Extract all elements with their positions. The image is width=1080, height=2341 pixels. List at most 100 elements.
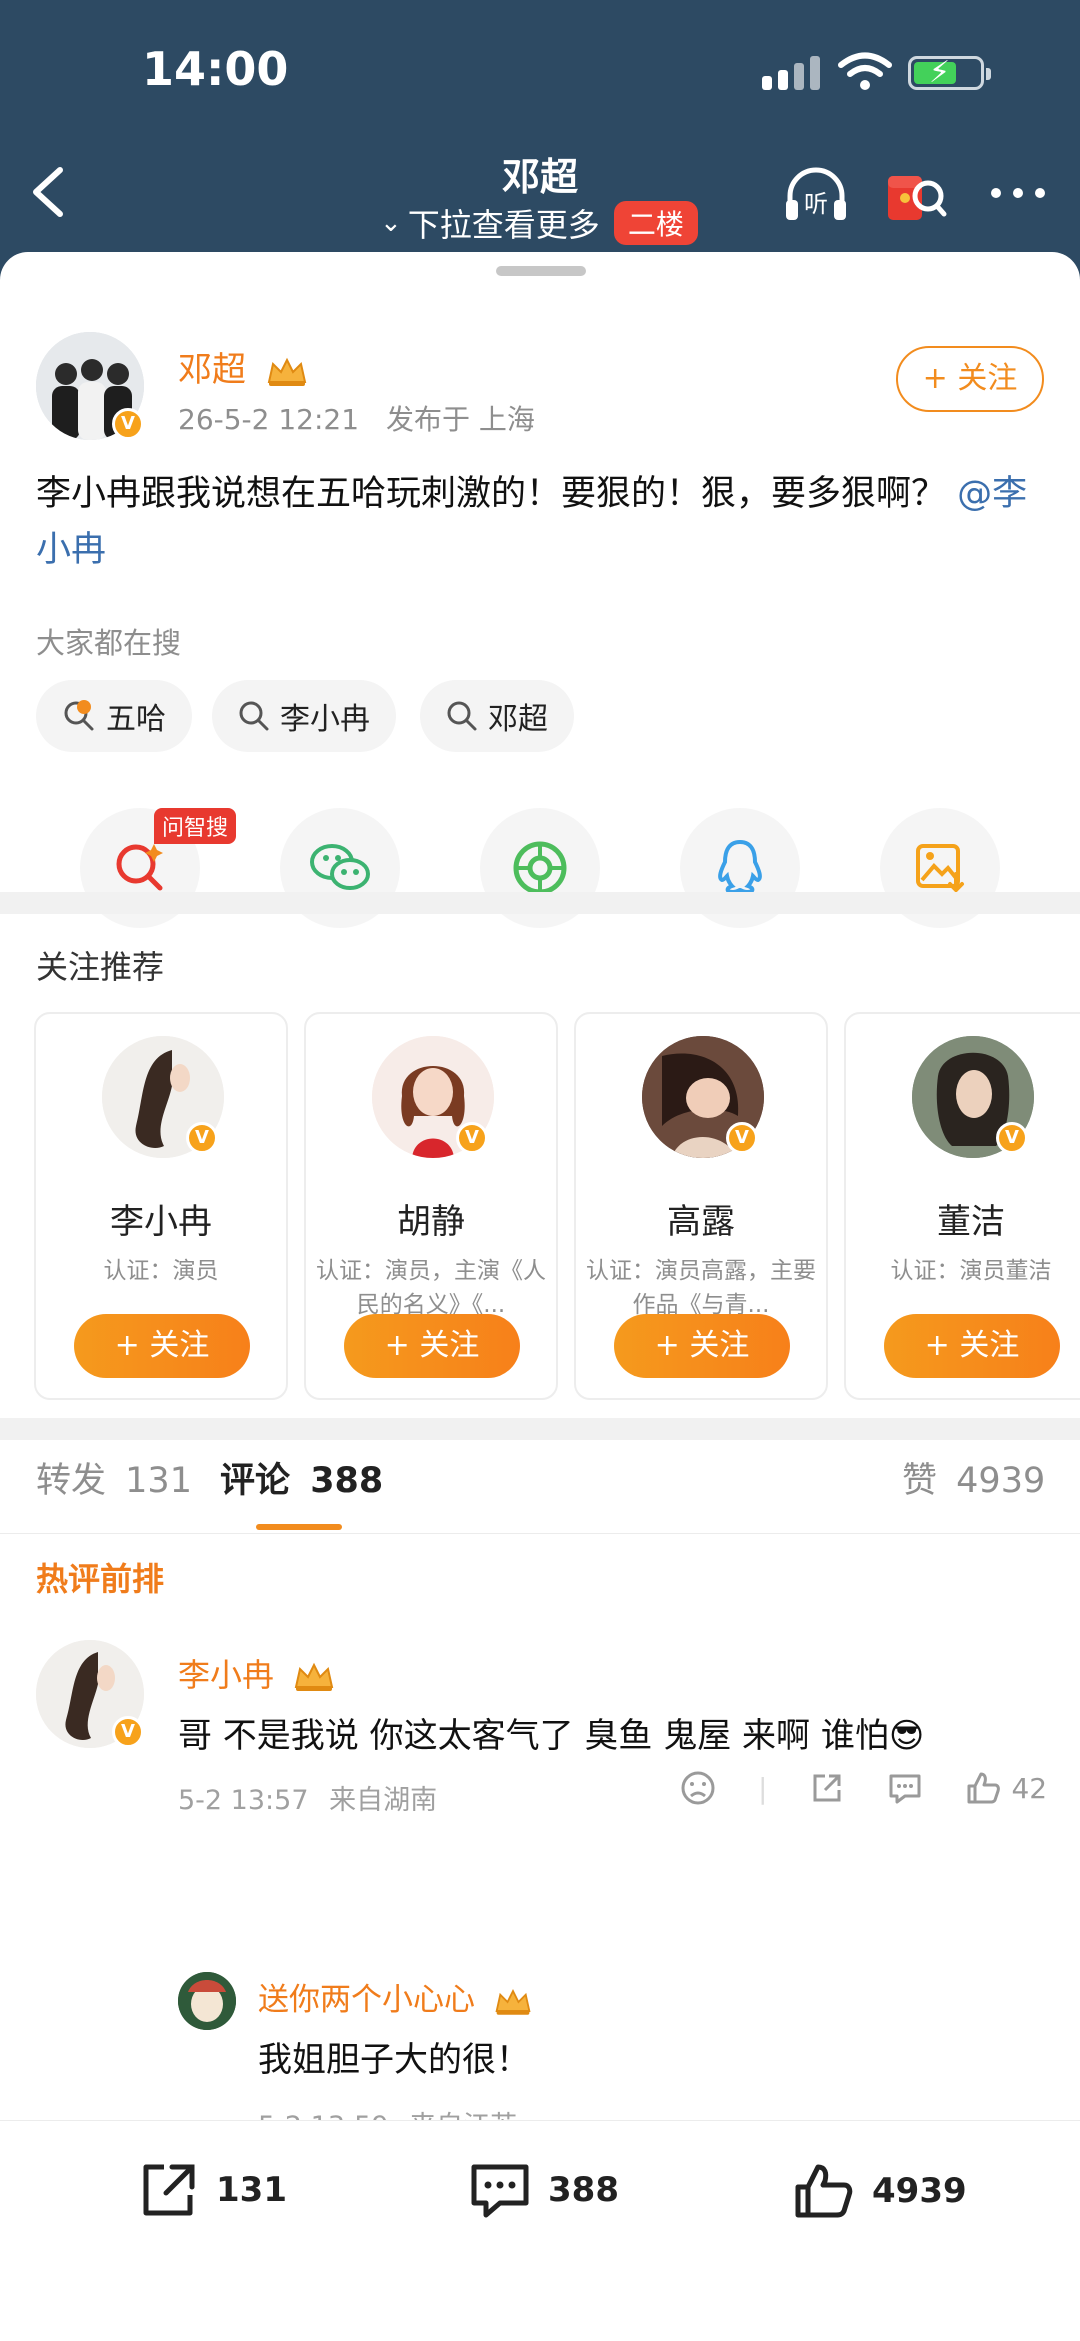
search-chip[interactable]: 邓超 [420,680,574,752]
recommend-card[interactable]: V 董洁 认证：演员董洁 + 关注 [844,1012,1080,1400]
recommend-desc: 认证：演员，主演《人民的名义》《... [316,1258,546,1318]
tab-like[interactable]: 赞 4939 [902,1452,1045,1503]
search-chip-label: 邓超 [488,702,548,737]
more-icon[interactable] [988,178,1048,208]
hot-search-label: 大家都在搜 [36,626,182,660]
tab-like-count: 4939 [956,1461,1046,1501]
reply-author[interactable]: 送你两个小心心 [258,1974,533,2019]
wechat-icon [310,844,370,890]
post-text: 李小冉跟我说想在五哈玩刺激的！要狠的！狠，要多狠啊？ @李小冉 [36,466,1046,578]
crown-icon [294,1662,334,1691]
author-name[interactable]: 邓超 [178,342,309,391]
verified-badge-icon: V [726,1122,758,1154]
second-floor-badge[interactable]: 二楼 [613,201,698,245]
recommend-card[interactable]: V 高露 认证：演员高露，主要作品《与青... + 关注 [574,1012,828,1400]
search-chip[interactable]: 五哈 [36,680,192,752]
search-icon [447,701,477,731]
verified-badge-icon: V [186,1122,218,1154]
crown-icon [495,1988,531,2015]
tab-repost-count: 131 [125,1461,192,1501]
recommend-name: 胡静 [397,1202,465,1242]
bottom-action-bar: 131 388 4939 [0,2120,1080,2325]
dislike-face-icon[interactable] [680,1770,716,1806]
save-image-icon [916,844,964,893]
reply-avatar[interactable] [178,1972,236,2030]
wenzhi-badge: 问智搜 [154,808,237,844]
search-icon [239,701,269,731]
interaction-tabs: 转发 131 评论 388 赞 4939 [0,1440,1080,1534]
comment-like-count: 42 [1011,1771,1048,1805]
wifi-icon [838,52,892,90]
thumbs-up-icon [967,1772,1001,1804]
tab-repost-label: 转发 [36,1461,107,1501]
chevron-down-icon: ⌄ [380,208,402,238]
comment-actions: | 42 [680,1770,1047,1806]
recommend-name: 董洁 [937,1202,1005,1242]
pull-down-text: 下拉查看更多 [407,206,600,244]
tab-active-indicator [256,1524,342,1530]
qq-icon [718,839,762,895]
verified-badge-icon: V [112,408,144,440]
follow-button[interactable]: + 关注 [896,346,1044,412]
comment-text: 哥 不是我说 你这太客气了 臭鱼 鬼屋 来啊 谁怕😎 [178,1716,925,1756]
post-meta: 26-5-2 12:21 发布于 上海 [178,398,535,438]
listen-icon[interactable]: 听 [782,166,850,226]
comment-time: 5-2 13:57 [178,1785,309,1816]
red-packet-search-icon[interactable] [884,166,948,226]
tab-repost[interactable]: 转发 131 [36,1452,192,1503]
comment-from: 来自湖南 [329,1785,438,1816]
tab-comment[interactable]: 评论 388 [220,1452,383,1503]
reply-author-name: 送你两个小心心 [258,1982,475,2018]
recommend-desc: 认证：演员 [103,1258,219,1284]
recommend-follow-button[interactable]: + 关注 [74,1314,250,1378]
comment-author[interactable]: 李小冉 [178,1650,336,1696]
recommend-follow-button[interactable]: + 关注 [614,1314,790,1378]
pull-down-hint[interactable]: ⌄ 下拉查看更多 二楼 [380,200,698,246]
hot-comments-label: 热评前排 [36,1560,165,1598]
post-sheet: V 邓超 26-5-2 12:21 发布于 上海 + 关注 李小冉跟我说想在五哈… [0,252,1080,2341]
tab-like-label: 赞 [902,1461,938,1501]
recommend-follow-button[interactable]: + 关注 [884,1314,1060,1378]
status-time: 14:00 [142,42,289,96]
section-divider [0,1418,1080,1440]
signal-icon [762,54,820,90]
comment-author-name: 李小冉 [178,1656,275,1694]
search-chip[interactable]: 李小冉 [212,680,396,752]
recommend-name: 高露 [667,1202,735,1242]
tab-comment-label: 评论 [220,1461,291,1501]
tab-comment-count: 388 [310,1461,384,1501]
moments-icon [513,841,567,895]
svg-text:听: 听 [804,190,828,218]
repost-icon[interactable] [809,1770,845,1806]
recommend-desc: 认证：演员高露，主要作品《与青... [586,1258,816,1318]
search-chip-label: 李小冉 [280,702,370,737]
comment-icon [471,2164,529,2218]
bottom-repost-count: 131 [216,2170,287,2210]
bottom-comment-button[interactable]: 388 [468,2161,619,2219]
drag-handle[interactable] [496,266,586,276]
reply-text: 我姐胆子大的很！ [258,2040,530,2080]
repost-icon [143,2164,195,2216]
recommend-desc: 认证：演员董洁 [890,1258,1052,1284]
recommend-title: 关注推荐 [36,948,165,986]
bottom-comment-count: 388 [548,2170,619,2210]
verified-badge-icon: V [112,1716,144,1748]
battery-icon: ⚡ [908,55,991,90]
recommend-follow-button[interactable]: + 关注 [344,1314,520,1378]
wenzhi-search-icon [116,844,163,891]
reply-icon[interactable] [887,1770,923,1806]
bottom-like-button[interactable]: 4939 [792,2161,967,2221]
crown-icon [267,357,307,386]
author-name-text: 邓超 [178,350,246,390]
comment-like-button[interactable]: 42 [965,1770,1047,1806]
verified-badge-icon: V [996,1122,1028,1154]
post-location: 发布于 上海 [385,403,535,436]
bottom-repost-button[interactable]: 131 [138,2161,287,2219]
verified-badge-icon: V [456,1122,488,1154]
recommend-card[interactable]: V 李小冉 认证：演员 + 关注 [34,1012,288,1400]
section-divider [0,892,1080,914]
hot-search-icon [64,700,94,731]
thumbs-up-icon [795,2164,853,2218]
search-chip-label: 五哈 [106,702,166,737]
recommend-card[interactable]: V 胡静 认证：演员，主演《人民的名义》《... + 关注 [304,1012,558,1400]
